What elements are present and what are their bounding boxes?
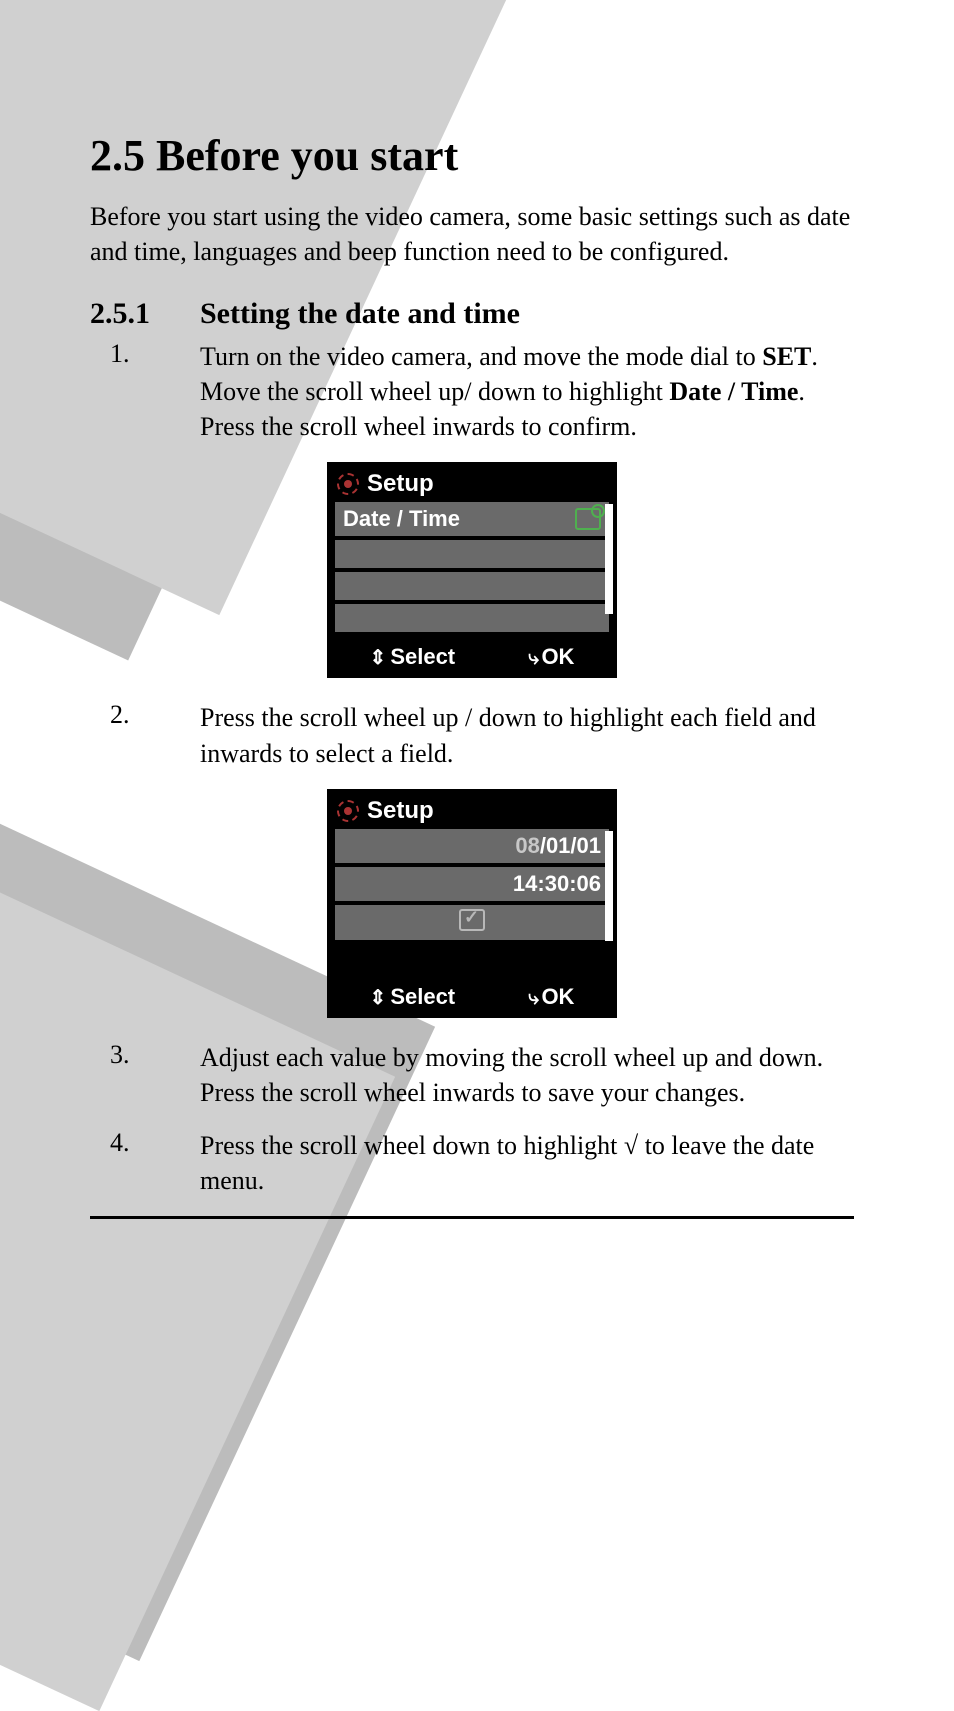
lcd-menu-label: Date / Time [343,506,460,532]
step-bold: Date / Time [669,377,798,406]
lcd-menu-item-empty [335,572,609,600]
gear-icon [337,473,359,495]
calendar-clock-icon [575,508,601,530]
lcd-footer-select: Select [390,984,455,1009]
press-icon: OK [528,984,574,1010]
lcd-time-value: 14:30:06 [513,871,601,896]
section-heading: 2.5 Before you start [90,130,854,181]
step-text: Adjust each value by moving the scroll w… [200,1040,854,1110]
lcd-title: Setup [367,797,434,825]
lcd-title: Setup [367,470,434,498]
step-bold: SET [762,342,811,371]
camera-lcd-setup-menu: Setup Date / Time Select OK [327,462,617,678]
checkmark-icon [459,909,485,931]
lcd-scrollbar [605,831,613,941]
lcd-date-rest: /01/01 [540,833,601,858]
section-number: 2.5 [90,131,145,180]
lcd-date-row: 08/01/01 [335,829,609,863]
lcd-empty-row [335,944,609,972]
lcd-menu-item-empty [335,604,609,632]
lcd-footer-select: Select [390,644,455,669]
lcd-scrollbar [605,504,613,614]
lcd-menu-item-empty [335,540,609,568]
section-intro: Before you start using the video camera,… [90,199,854,269]
step-number: 2. [90,700,200,770]
checkmark-symbol: √ [624,1131,638,1160]
lcd-date-editable: 08 [515,833,539,858]
step-number: 1. [90,339,200,444]
lcd-confirm-row [335,905,609,940]
subsection-heading: 2.5.1 Setting the date and time [90,297,854,331]
page-content: 2.5 Before you start Before you start us… [0,0,954,1279]
step-2: 2. Press the scroll wheel up / down to h… [90,700,854,770]
step-text: Press the scroll wheel down to highlight… [200,1128,854,1198]
step-text-part: Press the scroll wheel down to highlight [200,1131,624,1160]
step-text: Press the scroll wheel up / down to high… [200,700,854,770]
subsection-number: 2.5.1 [90,297,200,331]
step-text: Turn on the video camera, and move the m… [200,339,854,444]
scroll-icon: Select [370,984,456,1010]
press-icon: OK [528,644,574,670]
gear-icon [337,800,359,822]
step-number: 3. [90,1040,200,1110]
step-text-part: Turn on the video camera, and move the m… [200,342,762,371]
lcd-time-row: 14:30:06 [335,867,609,901]
section-title: Before you start [156,131,458,180]
lcd-footer-ok: OK [541,984,574,1009]
section-divider [90,1216,854,1219]
step-3: 3. Adjust each value by moving the scrol… [90,1040,854,1110]
step-number: 4. [90,1128,200,1198]
lcd-footer-ok: OK [541,644,574,669]
subsection-title: Setting the date and time [200,297,520,331]
lcd-menu-item-datetime: Date / Time [335,502,609,536]
step-1: 1. Turn on the video camera, and move th… [90,339,854,444]
scroll-icon: Select [370,644,456,670]
step-4: 4. Press the scroll wheel down to highli… [90,1128,854,1198]
camera-lcd-datetime-edit: Setup 08/01/01 14:30:06 Select OK [327,789,617,1018]
